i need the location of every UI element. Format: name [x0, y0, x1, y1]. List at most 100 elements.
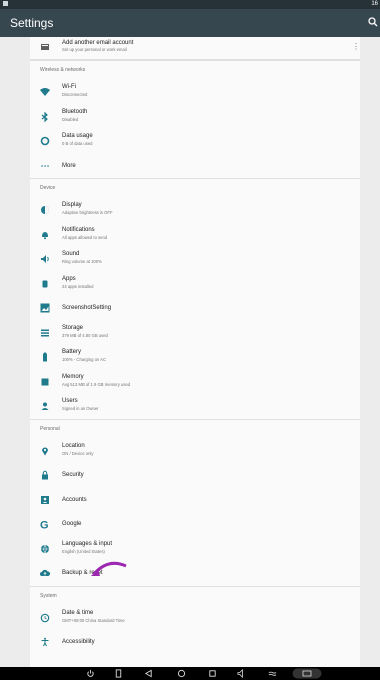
volume-icon — [41, 255, 49, 263]
email-icon — [41, 44, 49, 50]
settings-list: Add another email account Set up your pe… — [30, 37, 360, 667]
item-subtitle: Ring volume at 100% — [62, 259, 102, 264]
bell-icon — [42, 231, 48, 239]
menu-waves-icon[interactable] — [268, 669, 277, 678]
settings-item-memory[interactable]: Memory Avg 513 MB of 1.9 GB memory used — [30, 370, 360, 395]
svg-text:G: G — [40, 520, 49, 530]
more-horiz-icon — [41, 164, 49, 167]
item-subtitle: 0 B of data used — [62, 141, 93, 146]
settings-item-languages[interactable]: Languages & input English (United States… — [30, 537, 360, 562]
item-title: Accessibility — [62, 639, 95, 645]
section-header-device: Device — [30, 178, 360, 198]
settings-item-users[interactable]: Users Signed in as Owner — [30, 394, 360, 419]
accessibility-icon — [41, 637, 49, 647]
item-subtitle: ON / Device only — [62, 450, 94, 456]
settings-item-date-time[interactable]: Date & time GMT+08:00 China Standard Tim… — [30, 606, 360, 631]
app-bar: Settings — [0, 9, 380, 37]
back-icon[interactable] — [144, 669, 153, 678]
item-title: Apps — [62, 275, 76, 282]
battery-icon — [43, 352, 47, 362]
wifi-icon — [40, 88, 50, 96]
page-title: Settings — [10, 16, 54, 30]
account-box-icon — [41, 495, 49, 504]
settings-item-backup[interactable]: Backup & reset — [30, 561, 360, 586]
item-title: Battery — [62, 349, 82, 355]
item-subtitle: 24 apps installed — [62, 283, 94, 289]
section-header-personal: Personal — [30, 418, 360, 439]
settings-item-location[interactable]: Location ON / Device only — [30, 439, 360, 464]
status-time: 16 — [371, 1, 378, 7]
more-vert-icon[interactable]: ⋮ — [352, 43, 360, 53]
location-pin-icon — [42, 447, 48, 455]
item-subtitle: English (United States) — [62, 548, 105, 554]
item-title: ScreenshotSetting — [62, 305, 112, 311]
item-subtitle: Signed in as Owner — [62, 406, 99, 411]
item-title: Add another email account — [62, 40, 134, 46]
item-title: Languages & input — [62, 540, 113, 547]
settings-item-data-usage[interactable]: Data usage 0 B of data used — [30, 129, 360, 154]
storage-icon — [41, 329, 49, 336]
item-title: Wi-Fi — [62, 84, 76, 90]
brightness-icon — [41, 206, 49, 214]
settings-item-apps[interactable]: Apps 24 apps installed — [30, 272, 360, 297]
settings-item-screenshot[interactable]: ScreenshotSetting — [30, 296, 360, 321]
item-subtitle: All apps allowed to send — [62, 234, 108, 240]
settings-item-notifications[interactable]: Notifications All apps allowed to send — [30, 223, 360, 248]
item-subtitle: Disabled — [62, 116, 79, 122]
power-icon[interactable] — [86, 669, 95, 678]
item-title: Google — [62, 521, 82, 527]
item-subtitle: GMT+08:00 China Standard Time — [62, 617, 125, 623]
item-subtitle: 100% - Charging on AC — [62, 357, 106, 362]
item-title: Users — [62, 398, 78, 404]
item-title: Storage — [62, 324, 84, 331]
add-email-account-item[interactable]: Add another email account Set up your pe… — [30, 37, 360, 60]
screenshot-nav-button[interactable] — [292, 668, 322, 679]
item-subtitle: Adaptive brightness is OFF — [62, 210, 113, 215]
recents-icon[interactable] — [208, 669, 217, 678]
item-subtitle: Disconnected — [62, 92, 88, 97]
item-title: Notifications — [62, 226, 95, 233]
item-subtitle: 379 MB of 4.80 GB used — [62, 332, 108, 338]
memory-icon — [41, 378, 49, 385]
status-bar: 16 — [0, 0, 380, 9]
navigation-bar — [0, 667, 380, 680]
item-title: Sound — [62, 251, 80, 257]
clock-icon — [40, 613, 50, 622]
settings-item-more[interactable]: More — [30, 154, 360, 179]
home-icon[interactable] — [177, 669, 186, 678]
item-title: Location — [62, 442, 85, 449]
screenshot-icon — [40, 303, 50, 313]
item-title: Date & time — [62, 609, 94, 616]
settings-item-wifi[interactable]: Wi-Fi Disconnected — [30, 80, 360, 105]
settings-item-sound[interactable]: Sound Ring volume at 100% — [30, 247, 360, 272]
item-title: Data usage — [62, 133, 93, 139]
bluetooth-icon — [41, 111, 48, 122]
search-icon[interactable] — [368, 15, 378, 29]
settings-item-google[interactable]: G Google — [30, 512, 360, 537]
settings-item-bluetooth[interactable]: Bluetooth Disabled — [30, 105, 360, 130]
google-icon: G — [40, 520, 49, 530]
settings-item-security[interactable]: Security — [30, 463, 360, 488]
section-header-wireless: Wireless & networks — [30, 60, 360, 80]
item-subtitle: Set up your personal or work email — [62, 47, 127, 52]
settings-item-accessibility[interactable]: Accessibility — [30, 630, 360, 655]
settings-item-battery[interactable]: Battery 100% - Charging on AC — [30, 345, 360, 370]
item-subtitle: Avg 513 MB of 1.9 GB memory used — [62, 381, 131, 387]
section-header-system: System — [30, 585, 360, 606]
settings-item-display[interactable]: Display Adaptive brightness is OFF — [30, 198, 360, 223]
cloud-upload-icon — [40, 569, 50, 576]
item-title: Security — [62, 472, 84, 478]
settings-item-accounts[interactable]: Accounts — [30, 488, 360, 513]
lock-icon — [42, 470, 48, 480]
item-title: More — [62, 162, 76, 169]
data-usage-icon — [40, 136, 50, 146]
item-title: Display — [62, 202, 82, 208]
globe-icon — [41, 544, 49, 554]
item-title: Bluetooth — [62, 108, 88, 115]
pointer-arrow-annotation — [91, 561, 127, 576]
android-icon — [42, 280, 48, 287]
item-title: Memory — [62, 373, 84, 380]
settings-item-storage[interactable]: Storage 379 MB of 4.80 GB used — [30, 321, 360, 346]
volume-nav-icon[interactable] — [237, 669, 246, 678]
rotate-icon[interactable] — [114, 669, 123, 678]
